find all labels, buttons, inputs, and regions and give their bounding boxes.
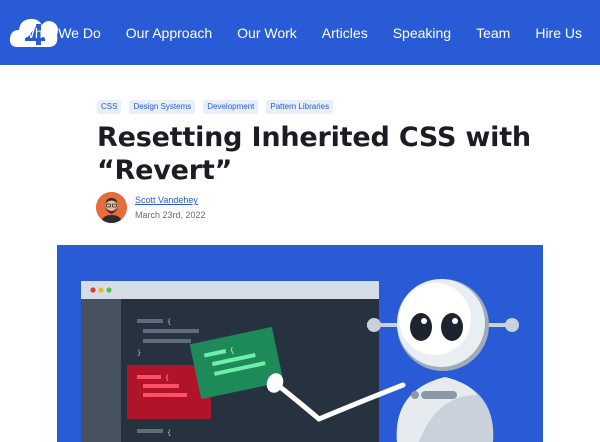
publish-date: March 23rd, 2022 bbox=[135, 210, 206, 220]
nav-what-we-do[interactable]: What We Do bbox=[22, 25, 101, 41]
nav-articles[interactable]: Articles bbox=[322, 25, 368, 41]
code-brace: } bbox=[137, 349, 141, 357]
site-header: What We Do Our Approach Our Work Article… bbox=[0, 0, 600, 65]
author-avatar bbox=[96, 192, 127, 223]
code-brace: { bbox=[165, 374, 169, 382]
code-brace: { bbox=[167, 318, 171, 326]
tag-design-systems[interactable]: Design Systems bbox=[129, 100, 196, 114]
nav-speaking[interactable]: Speaking bbox=[393, 25, 451, 41]
nav-team[interactable]: Team bbox=[476, 25, 510, 41]
window-maximize-dot bbox=[106, 287, 112, 293]
hero-illustration: { } } { { { bbox=[57, 245, 543, 442]
nav-hire-us[interactable]: Hire Us bbox=[535, 25, 582, 41]
article-tags: CSS Design Systems Development Pattern L… bbox=[97, 100, 334, 114]
window-minimize-dot bbox=[98, 287, 104, 293]
code-brace: { bbox=[167, 429, 171, 437]
tag-pattern-libraries[interactable]: Pattern Libraries bbox=[266, 100, 334, 114]
main-nav: What We Do Our Approach Our Work Article… bbox=[22, 0, 600, 65]
tag-development[interactable]: Development bbox=[203, 100, 259, 114]
window-close-dot bbox=[90, 287, 96, 293]
author-name-link[interactable]: Scott Vandehey bbox=[135, 195, 198, 205]
tag-css[interactable]: CSS bbox=[97, 100, 122, 114]
article-title: Resetting Inherited CSS with “Revert” bbox=[97, 122, 531, 186]
nav-our-work[interactable]: Our Work bbox=[237, 25, 297, 41]
nav-our-approach[interactable]: Our Approach bbox=[126, 25, 212, 41]
